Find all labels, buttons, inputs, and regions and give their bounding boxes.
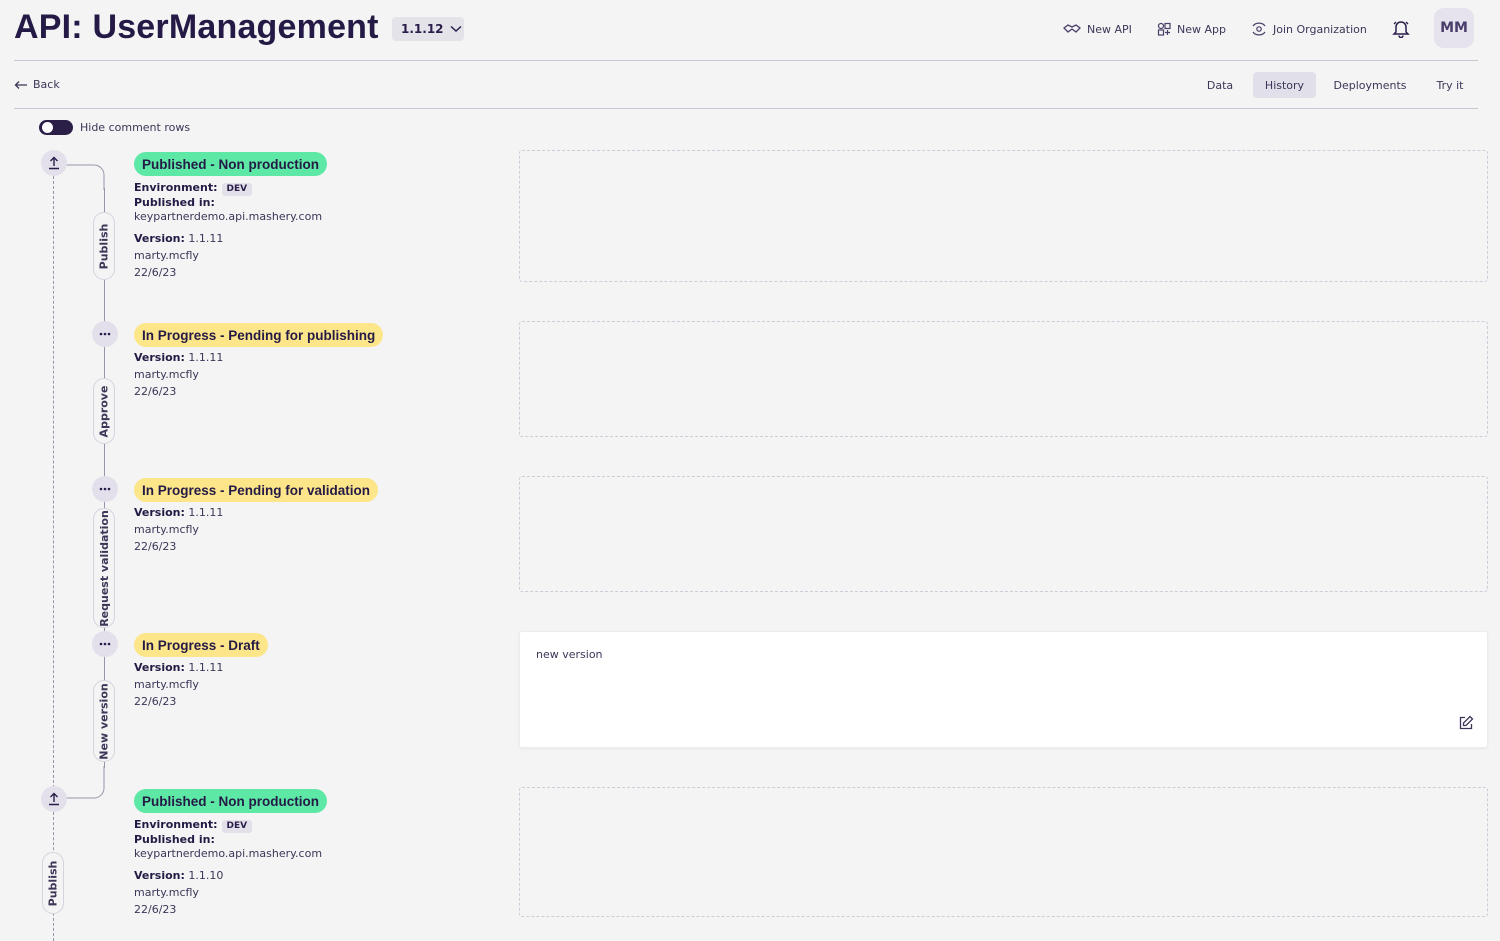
upload-icon [49,156,59,170]
status-badge: In Progress - Draft [134,633,268,657]
apps-icon [1157,22,1171,36]
entry-meta: Version: 1.1.11 marty.mcfly 22/6/23 [134,351,224,398]
environment-tag: DEV [221,183,253,196]
join-organization-link[interactable]: Join Organization [1251,20,1367,38]
chevron-down-icon [450,25,462,33]
comment-box-empty[interactable] [519,787,1488,917]
status-badge: In Progress - Pending for publishing [134,323,384,347]
join-organization-label: Join Organization [1273,22,1367,36]
upload-icon [49,792,59,806]
progress-node [92,476,118,502]
page-title: API: UserManagement [14,8,379,46]
header-divider [14,60,1478,61]
handshake-icon [1063,24,1081,33]
publish-node [41,150,67,176]
arrow-left-icon [14,80,27,89]
entry-meta: Version: 1.1.11 marty.mcfly 22/6/23 [134,506,224,553]
action-label-publish: Publish [42,852,64,914]
comment-text: new version [536,648,603,661]
tab-try-it[interactable]: Try it [1428,72,1472,98]
status-badge: Published - Non production [134,152,327,176]
status-badge: Published - Non production [134,789,327,813]
progress-node [92,631,118,657]
tab-data[interactable]: Data [1198,72,1242,98]
publish-node [41,786,67,812]
back-link[interactable]: Back [14,78,60,91]
action-label-request-validation: Request validation [93,508,115,628]
action-label-publish: Publish [93,212,115,280]
action-label-approve: Approve [93,378,115,444]
comment-box-empty[interactable] [519,321,1488,437]
entry-meta: Environment: DEV Published in: keypartner… [134,818,323,916]
hide-comment-rows-label: Hide comment rows [80,121,191,134]
user-avatar[interactable]: MM [1434,8,1474,48]
progress-node [92,321,118,347]
hide-comment-rows-toggle[interactable] [39,120,73,135]
more-dots-icon [99,642,111,646]
comment-box-empty[interactable] [519,476,1488,592]
environment-tag: DEV [221,820,253,833]
edit-icon [1459,715,1474,730]
status-badge: In Progress - Pending for validation [134,478,379,502]
new-app-link[interactable]: New App [1157,20,1226,38]
tab-deployments[interactable]: Deployments [1326,72,1414,98]
more-dots-icon [99,487,111,491]
new-api-link[interactable]: New API [1063,20,1132,38]
bell-icon [1392,21,1410,39]
notifications-button[interactable] [1392,18,1410,42]
more-dots-icon [99,332,111,336]
timeline-branch-top [66,164,105,190]
back-label: Back [33,78,60,91]
action-label-new-version: New version [93,680,115,762]
timeline-branch-bottom [66,766,105,799]
version-select-value: 1.1.12 [401,22,444,36]
entry-meta: Version: 1.1.11 marty.mcfly 22/6/23 [134,661,224,708]
timeline-main-line [53,176,54,788]
comment-box: new version [519,631,1488,748]
new-api-label: New API [1087,22,1132,36]
comment-box-empty[interactable] [519,150,1488,282]
edit-comment-button[interactable] [1458,715,1474,735]
tab-history[interactable]: History [1253,72,1316,98]
new-app-label: New App [1177,22,1226,36]
organization-icon [1252,22,1266,36]
entry-meta: Environment: DEV Published in: keypartner… [134,181,323,279]
version-select[interactable]: 1.1.12 [392,17,464,41]
subnav-divider [14,108,1478,109]
